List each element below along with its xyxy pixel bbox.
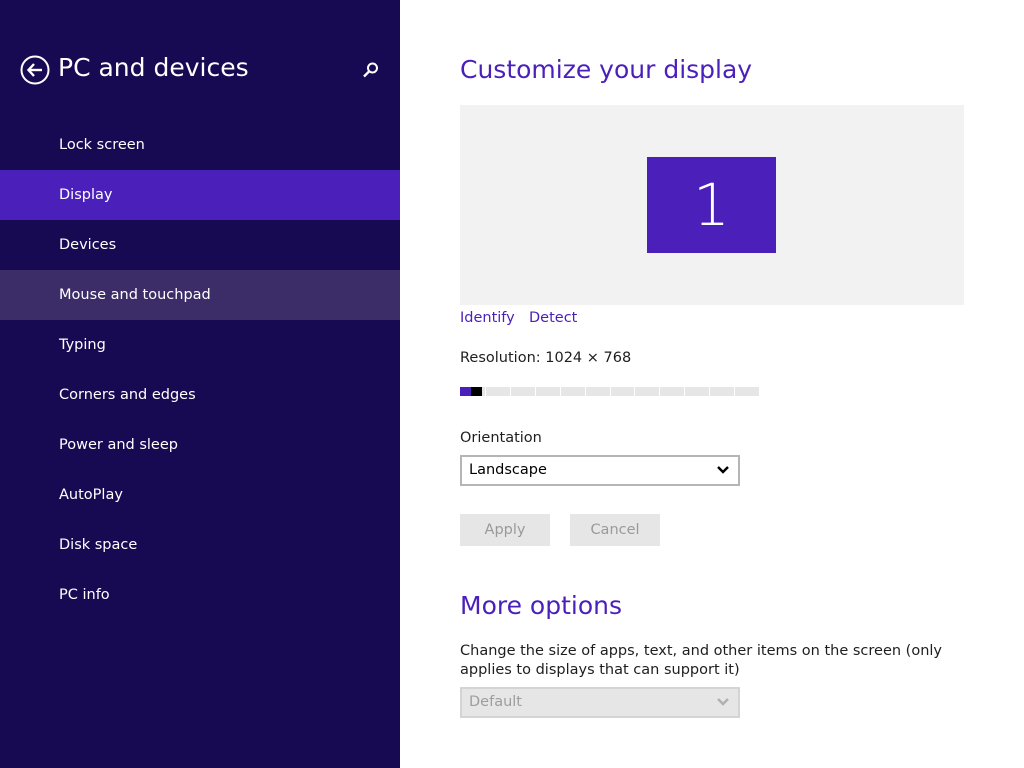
resolution-slider-tick bbox=[610, 387, 611, 396]
page-title: Customize your display bbox=[460, 55, 753, 84]
sidebar-item-pc-info[interactable]: PC info bbox=[0, 570, 400, 620]
resolution-slider-tick bbox=[709, 387, 710, 396]
sidebar-item-display[interactable]: Display bbox=[0, 170, 400, 220]
resolution-slider-tick bbox=[510, 387, 511, 396]
sidebar-item-power-and-sleep[interactable]: Power and sleep bbox=[0, 420, 400, 470]
size-value: Default bbox=[469, 694, 522, 710]
back-arrow-circle-icon bbox=[20, 55, 50, 85]
orientation-dropdown[interactable]: Landscape bbox=[460, 455, 740, 486]
orientation-value: Landscape bbox=[469, 462, 547, 478]
monitor-1-tile[interactable]: 1 bbox=[647, 157, 776, 253]
resolution-slider-tick bbox=[485, 387, 486, 396]
cancel-button[interactable]: Cancel bbox=[570, 514, 660, 546]
search-button[interactable] bbox=[361, 60, 381, 80]
search-icon bbox=[363, 62, 378, 78]
main-content: Customize your display 1 Identify Detect… bbox=[400, 0, 1024, 768]
detect-link[interactable]: Detect bbox=[529, 310, 577, 326]
resolution-slider-thumb[interactable] bbox=[471, 387, 482, 396]
identify-link[interactable]: Identify bbox=[460, 310, 515, 326]
resolution-slider-fill bbox=[460, 387, 471, 396]
sidebar: PC and devices Lock screen Display Devic… bbox=[0, 0, 400, 768]
back-button[interactable] bbox=[20, 55, 50, 85]
sidebar-header: PC and devices bbox=[0, 50, 400, 90]
chevron-down-icon bbox=[717, 466, 729, 474]
sidebar-item-mouse-and-touchpad[interactable]: Mouse and touchpad bbox=[0, 270, 400, 320]
nav-list: Lock screen Display Devices Mouse and to… bbox=[0, 120, 400, 620]
resolution-slider-tick bbox=[560, 387, 561, 396]
resolution-slider-tick bbox=[535, 387, 536, 396]
chevron-down-icon bbox=[717, 698, 729, 706]
resolution-slider-tick bbox=[734, 387, 735, 396]
resolution-label: Resolution: 1024 × 768 bbox=[460, 350, 632, 366]
sidebar-item-corners-and-edges[interactable]: Corners and edges bbox=[0, 370, 400, 420]
sidebar-item-lock-screen[interactable]: Lock screen bbox=[0, 120, 400, 170]
display-arrangement-area: 1 bbox=[460, 105, 964, 305]
resolution-slider-tick bbox=[585, 387, 586, 396]
resolution-slider-tick bbox=[684, 387, 685, 396]
resolution-slider-tick bbox=[659, 387, 660, 396]
size-dropdown[interactable]: Default bbox=[460, 687, 740, 718]
apply-button[interactable]: Apply bbox=[460, 514, 550, 546]
sidebar-item-autoplay[interactable]: AutoPlay bbox=[0, 470, 400, 520]
pc-settings-window: PC and devices Lock screen Display Devic… bbox=[0, 0, 1024, 768]
size-description: Change the size of apps, text, and other… bbox=[460, 643, 943, 678]
resolution-slider-tick bbox=[634, 387, 635, 396]
sidebar-item-devices[interactable]: Devices bbox=[0, 220, 400, 270]
resolution-slider[interactable] bbox=[460, 387, 759, 396]
sidebar-item-typing[interactable]: Typing bbox=[0, 320, 400, 370]
sidebar-title: PC and devices bbox=[58, 53, 249, 82]
orientation-label: Orientation bbox=[460, 430, 542, 446]
more-options-title: More options bbox=[460, 591, 622, 620]
sidebar-item-disk-space[interactable]: Disk space bbox=[0, 520, 400, 570]
